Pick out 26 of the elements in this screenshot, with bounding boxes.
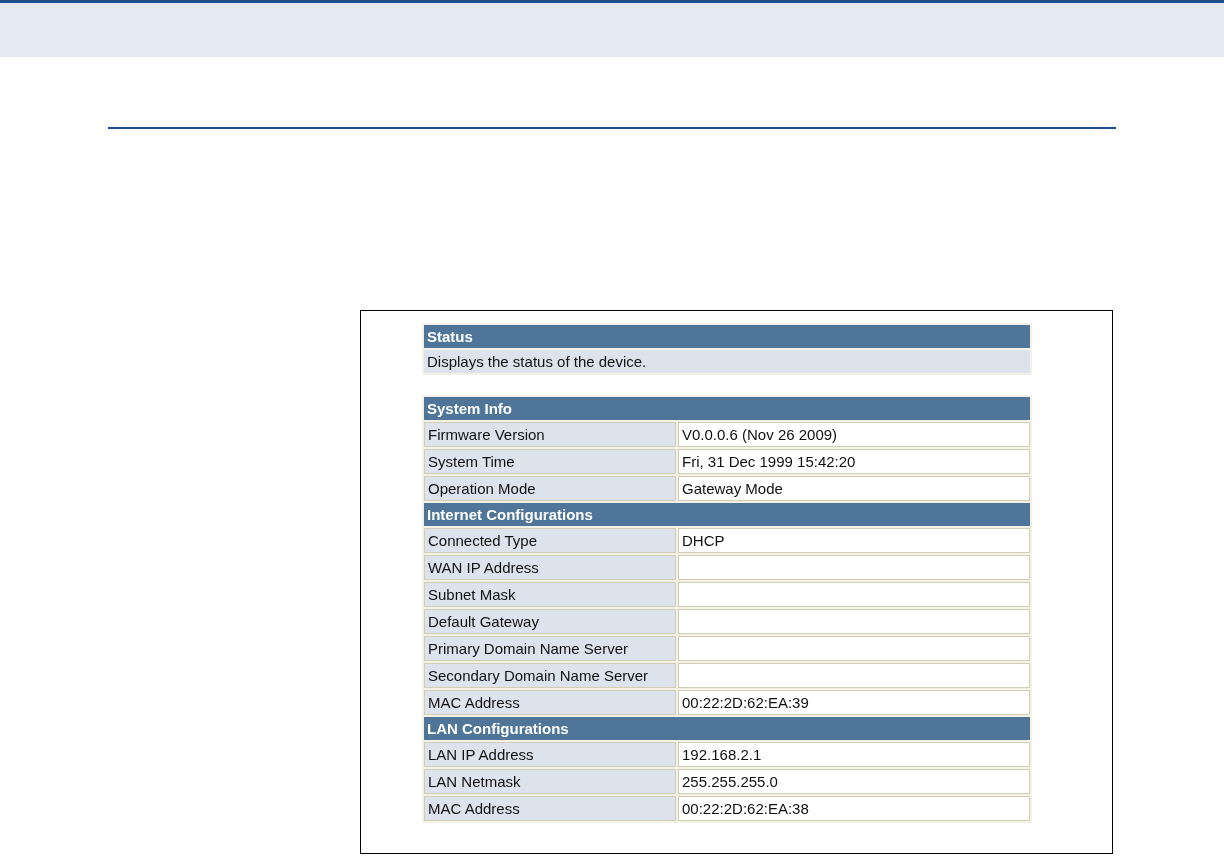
- field-label: LAN Netmask: [424, 769, 676, 794]
- field-label: Connected Type: [424, 528, 676, 553]
- field-label: Secondary Domain Name Server: [424, 663, 676, 688]
- field-value: DHCP: [678, 528, 1030, 553]
- field-label: Primary Domain Name Server: [424, 636, 676, 661]
- field-value: 255.255.255.0: [678, 769, 1030, 794]
- field-value: Fri, 31 Dec 1999 15:42:20: [678, 449, 1030, 474]
- description-text: Displays the status of the device.: [424, 350, 1030, 373]
- field-value: 192.168.2.1: [678, 742, 1030, 767]
- field-label: System Time: [424, 449, 676, 474]
- field-value: 00:22:2D:62:EA:39: [678, 690, 1030, 715]
- section-header: Status: [424, 325, 1030, 348]
- field-value: V0.0.0.6 (Nov 26 2009): [678, 422, 1030, 447]
- section-header: LAN Configurations: [424, 717, 1030, 740]
- field-label: Operation Mode: [424, 476, 676, 501]
- field-label: WAN IP Address: [424, 555, 676, 580]
- field-value: 00:22:2D:62:EA:38: [678, 796, 1030, 821]
- field-label: MAC Address: [424, 796, 676, 821]
- section-header: Internet Configurations: [424, 503, 1030, 526]
- field-label: MAC Address: [424, 690, 676, 715]
- section-header: System Info: [424, 397, 1030, 420]
- field-label: Default Gateway: [424, 609, 676, 634]
- field-label: Firmware Version: [424, 422, 676, 447]
- field-value: Gateway Mode: [678, 476, 1030, 501]
- field-label: LAN IP Address: [424, 742, 676, 767]
- field-label: Subnet Mask: [424, 582, 676, 607]
